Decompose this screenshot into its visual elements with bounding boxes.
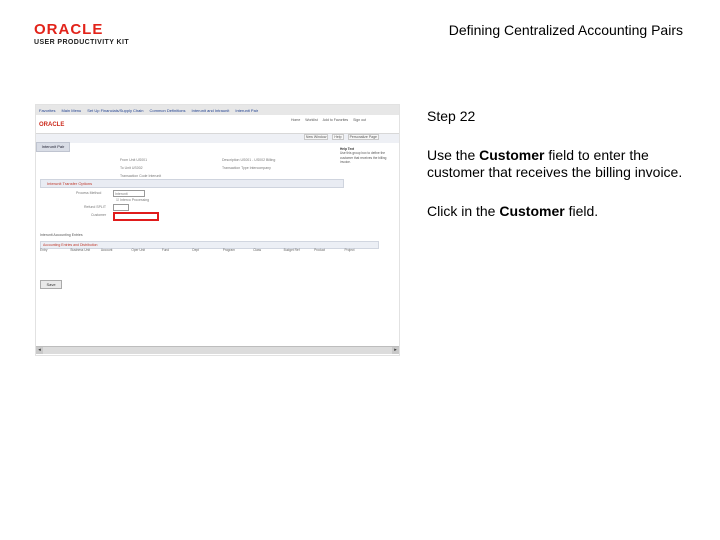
grid-column: Account xyxy=(100,248,113,252)
signout-link[interactable]: Sign out xyxy=(353,118,366,122)
grid-column: Entry xyxy=(40,248,48,252)
page-title: Defining Centralized Accounting Pairs xyxy=(448,22,683,38)
oracle-upk-logo: ORACLE USER PRODUCTIVITY KIT xyxy=(34,22,129,46)
grid-column: Program xyxy=(222,248,235,252)
grid-column: Business Unit xyxy=(70,248,90,252)
grid-column: Fund xyxy=(161,248,170,252)
worklist-link[interactable]: Worklist xyxy=(305,118,317,122)
grid-column: Oper Unit xyxy=(131,248,145,252)
nav-item[interactable]: Set Up Financials/Supply Chain xyxy=(87,108,143,113)
nav-item[interactable]: Interunit Pair xyxy=(235,108,258,113)
help-text: Use this group box to define the custome… xyxy=(340,151,387,164)
home-link[interactable]: Home xyxy=(291,118,300,122)
instruction-text: Use the Customer field to enter the cust… xyxy=(427,147,683,180)
nav-breadcrumb: Favorites Main Menu Set Up Financials/Su… xyxy=(36,105,399,115)
field-to-unit: To Unit US002 xyxy=(120,166,143,170)
save-button[interactable]: Save xyxy=(40,280,62,289)
interco-checkbox[interactable]: ☑ Interco Processing xyxy=(116,198,149,202)
grid-title: Interunit Accounting Entries xyxy=(40,233,83,237)
favorites-link[interactable]: Add to Favorites xyxy=(323,118,348,122)
grid-column: Class xyxy=(253,248,262,252)
field-from-unit: From Unit US001 xyxy=(120,158,148,162)
nav-item[interactable]: Common Definitions xyxy=(150,108,186,113)
customer-label: Customer xyxy=(91,213,107,217)
process-method-input[interactable]: Interunit xyxy=(113,190,145,197)
action-field-name: Customer xyxy=(499,203,565,219)
grid-column: Product xyxy=(314,248,326,252)
grid-column: Dept xyxy=(192,248,199,252)
personalize-link[interactable]: Personalize Page xyxy=(347,134,379,140)
section-interunit-options[interactable]: Interunit Transfer Options xyxy=(40,179,344,188)
top-links: Home Worklist Add to Favorites Sign out xyxy=(291,118,366,122)
grid-column: Budget Ref xyxy=(283,248,300,252)
field-transaction-code: Transaction Code Interunit xyxy=(120,174,162,178)
scroll-right-icon[interactable]: ▸ xyxy=(392,347,399,354)
logo-brand: ORACLE xyxy=(34,21,104,38)
logo-subtitle: USER PRODUCTIVITY KIT xyxy=(34,39,130,46)
field-description: Description US001 - US002 Billing xyxy=(222,158,276,162)
app-logo: ORACLE xyxy=(39,122,65,128)
instruction-field-name: Customer xyxy=(479,147,545,163)
nav-item[interactable]: Main Menu xyxy=(61,108,81,113)
process-label: Process Method xyxy=(76,191,102,195)
help-link[interactable]: Help xyxy=(332,134,344,140)
refund-input[interactable] xyxy=(113,204,129,211)
grid-column: Project xyxy=(344,248,355,252)
step-label: Step 22 xyxy=(427,108,476,124)
customer-field[interactable] xyxy=(113,212,159,221)
new-window-link[interactable]: New Window xyxy=(303,134,329,140)
refund-label: Refund SPLIT xyxy=(84,205,106,209)
nav-item[interactable]: Interunit and Intraunit xyxy=(192,108,230,113)
field-transaction-type: Transaction Type Intercompany xyxy=(222,166,271,170)
help-box: Help Text Use this group box to define t… xyxy=(340,147,398,185)
action-text: Click in the Customer field. xyxy=(427,203,599,219)
instruction-panel: Step 22 Use the Customer field to enter … xyxy=(427,108,697,220)
page-links: New Window Help Personalize Page xyxy=(303,134,379,140)
horizontal-scrollbar[interactable]: ◂ ▸ xyxy=(36,346,399,354)
scroll-left-icon[interactable]: ◂ xyxy=(36,347,43,354)
embedded-screenshot: Favorites Main Menu Set Up Financials/Su… xyxy=(35,104,400,356)
nav-item[interactable]: Favorites xyxy=(39,108,55,113)
tab-interunit-pair[interactable]: Interunit Pair xyxy=(36,142,70,152)
grid-columns: Entry Business Unit Account Oper Unit Fu… xyxy=(40,248,375,252)
